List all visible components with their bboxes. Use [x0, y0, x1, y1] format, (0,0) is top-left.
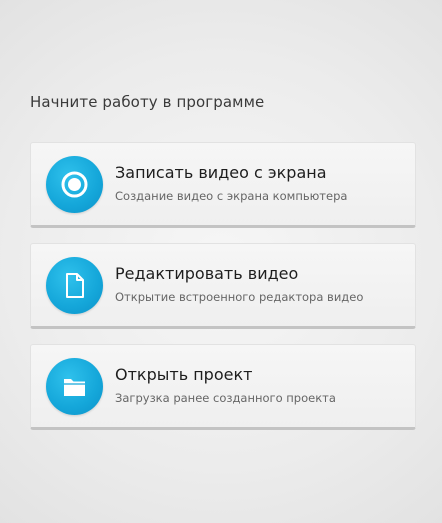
open-project-button[interactable]: Открыть проект Загрузка ранее созданного…: [30, 344, 416, 430]
document-icon: [46, 257, 103, 314]
edit-video-subtitle: Открытие встроенного редактора видео: [115, 290, 364, 304]
record-screen-button[interactable]: Записать видео с экрана Создание видео с…: [30, 142, 416, 228]
open-project-title: Открыть проект: [115, 365, 253, 384]
page-heading: Начните работу в программе: [30, 93, 265, 111]
record-icon: [46, 156, 103, 213]
record-screen-subtitle: Создание видео с экрана компьютера: [115, 189, 348, 203]
folder-icon: [46, 358, 103, 415]
open-project-subtitle: Загрузка ранее созданного проекта: [115, 391, 336, 405]
edit-video-button[interactable]: Редактировать видео Открытие встроенного…: [30, 243, 416, 329]
edit-video-title: Редактировать видео: [115, 264, 299, 283]
record-screen-title: Записать видео с экрана: [115, 163, 327, 182]
